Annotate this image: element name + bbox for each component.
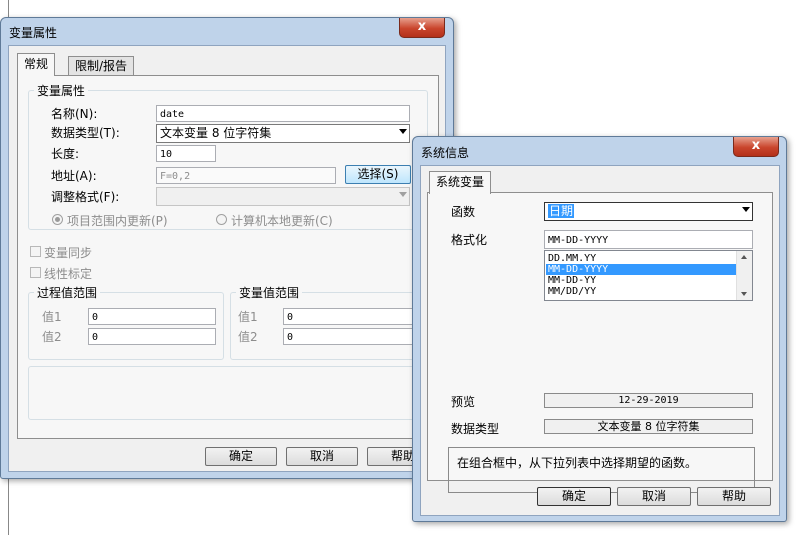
datatype-label: 数据类型(T): bbox=[51, 126, 120, 140]
format-list[interactable]: DD.MM.YY MM-DD-YYYY MM-DD-YY MM/DD/YY bbox=[544, 250, 753, 301]
var-v2-label: 值2 bbox=[238, 330, 258, 344]
process-range-title: 过程值范围 bbox=[34, 284, 101, 301]
linear-checkbox[interactable] bbox=[30, 267, 41, 278]
cancel-button[interactable]: 取消 bbox=[286, 447, 358, 466]
ok-button[interactable]: 确定 bbox=[537, 487, 611, 506]
name-field[interactable]: date bbox=[156, 105, 410, 122]
var-v1-label: 值1 bbox=[238, 310, 258, 324]
datatype-value: 文本变量 8 位字符集 bbox=[544, 419, 753, 434]
format-select[interactable] bbox=[156, 187, 410, 206]
name-label: 名称(N): bbox=[51, 107, 98, 121]
list-item[interactable]: MM/DD/YY bbox=[546, 286, 736, 297]
general-panel: 变量属性 名称(N): date 数据类型(T): 文本变量 8 位字符集 长度… bbox=[17, 75, 439, 439]
var-range-title: 变量值范围 bbox=[236, 284, 303, 301]
chevron-down-icon bbox=[399, 192, 407, 197]
function-label: 函数 bbox=[451, 205, 476, 219]
process-range-group bbox=[28, 292, 224, 360]
datatype-label: 数据类型 bbox=[451, 422, 500, 436]
tab-limits-report[interactable]: 限制/报告 bbox=[68, 56, 135, 76]
chevron-down-icon bbox=[399, 129, 407, 134]
function-select[interactable]: 日期 bbox=[544, 202, 753, 221]
close-button[interactable]: x bbox=[399, 18, 445, 38]
radio-project-label: 项目范围内更新(P) bbox=[67, 214, 168, 228]
scroll-up-icon[interactable] bbox=[741, 255, 747, 259]
empty-info-area bbox=[28, 366, 430, 420]
select-button[interactable]: 选择(S) bbox=[345, 165, 411, 184]
cancel-button[interactable]: 取消 bbox=[617, 487, 691, 506]
linear-label: 线性标定 bbox=[44, 267, 93, 281]
format-label: 格式化 bbox=[451, 233, 488, 247]
process-v1-field[interactable]: 0 bbox=[88, 308, 216, 325]
address-label: 地址(A): bbox=[51, 169, 97, 183]
length-label: 长度: bbox=[51, 147, 80, 161]
preview-value: 12-29-2019 bbox=[544, 393, 753, 408]
close-button[interactable]: x bbox=[733, 137, 779, 157]
process-v1-label: 值1 bbox=[42, 310, 62, 324]
dialog-client: 系统变量 函数 日期 格式化 MM-DD-YYYY DD.MM.YY MM-DD… bbox=[420, 165, 780, 516]
radio-local-label: 计算机本地更新(C) bbox=[231, 214, 333, 228]
group-title: 变量属性 bbox=[34, 82, 89, 99]
tab-system-variable[interactable]: 系统变量 bbox=[429, 171, 492, 194]
sync-checkbox[interactable] bbox=[30, 246, 41, 257]
sync-label: 变量同步 bbox=[44, 246, 93, 260]
list-scrollbar[interactable] bbox=[736, 251, 752, 300]
datatype-value: 文本变量 8 位字符集 bbox=[160, 126, 272, 140]
chevron-down-icon bbox=[742, 207, 750, 212]
scroll-down-icon[interactable] bbox=[741, 292, 747, 296]
var-v2-field[interactable]: 0 bbox=[283, 328, 423, 345]
list-item[interactable]: DD.MM.YY bbox=[546, 253, 736, 264]
radio-project-update[interactable] bbox=[52, 214, 63, 225]
ok-button[interactable]: 确定 bbox=[205, 447, 277, 466]
system-variable-panel: 函数 日期 格式化 MM-DD-YYYY DD.MM.YY MM-DD-YYYY… bbox=[427, 192, 773, 493]
dialog-title: 变量属性 bbox=[9, 26, 58, 40]
process-v2-field[interactable]: 0 bbox=[88, 328, 216, 345]
list-item-selected[interactable]: MM-DD-YYYY bbox=[546, 264, 736, 275]
radio-local-update[interactable] bbox=[216, 214, 227, 225]
preview-label: 预览 bbox=[451, 395, 476, 409]
hint-text: 在组合框中，从下拉列表中选择期望的函数。 bbox=[457, 456, 698, 470]
process-v2-label: 值2 bbox=[42, 330, 62, 344]
address-field[interactable]: F=0,2 bbox=[156, 167, 336, 184]
system-info-dialog: 系统信息 x 系统变量 函数 日期 格式化 MM-DD-YYYY DD.MM.Y… bbox=[412, 136, 787, 522]
tab-general[interactable]: 常规 bbox=[17, 53, 56, 76]
variable-properties-dialog: 变量属性 x 常规 限制/报告 变量属性 名称(N): date 数据类型(T)… bbox=[0, 17, 454, 479]
format-field[interactable]: MM-DD-YYYY bbox=[544, 230, 753, 249]
format-label: 调整格式(F): bbox=[51, 190, 120, 204]
help-button[interactable]: 帮助 bbox=[697, 487, 771, 506]
dialog-title: 系统信息 bbox=[421, 146, 470, 160]
length-field[interactable]: 10 bbox=[156, 145, 216, 162]
var-v1-field[interactable]: 0 bbox=[283, 308, 423, 325]
list-item[interactable]: MM-DD-YY bbox=[546, 275, 736, 286]
function-value: 日期 bbox=[548, 204, 575, 218]
var-range-group bbox=[230, 292, 432, 360]
datatype-select[interactable]: 文本变量 8 位字符集 bbox=[156, 124, 410, 143]
dialog-client: 常规 限制/报告 变量属性 名称(N): date 数据类型(T): 文本变量 … bbox=[8, 45, 446, 472]
